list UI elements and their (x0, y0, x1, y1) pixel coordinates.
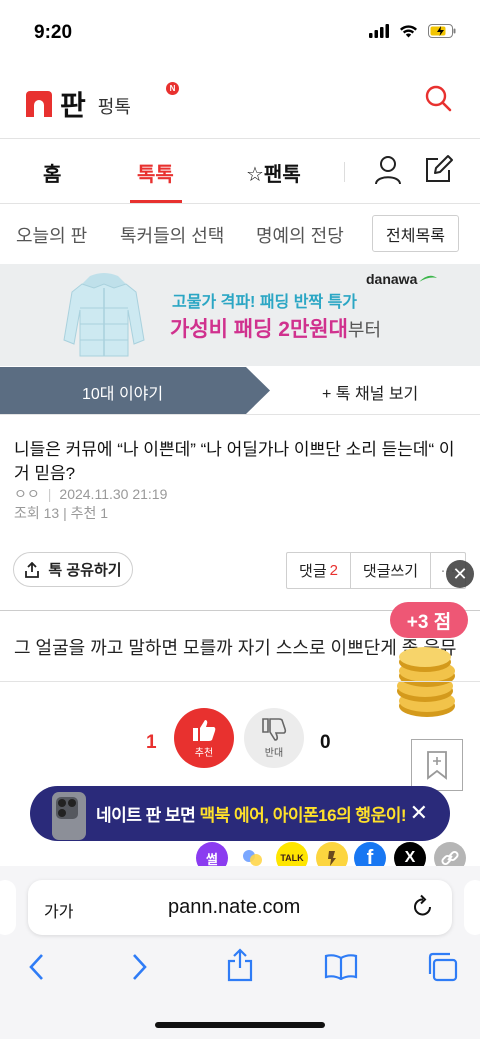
tab-home[interactable]: 홈 (43, 158, 61, 187)
write-comment-button[interactable]: 댓글쓰기 (351, 553, 431, 588)
tabs-icon (428, 952, 458, 982)
search-button[interactable] (424, 84, 452, 112)
upvote-count: 1 (146, 732, 157, 753)
current-channel-label: 10대 이야기 (82, 386, 164, 403)
forward-button[interactable] (128, 952, 150, 987)
thumbs-up-icon (193, 719, 216, 741)
close-reward-button[interactable]: ✕ (446, 560, 474, 588)
url-text[interactable]: pann.nate.com (168, 896, 300, 919)
tab-fantok[interactable]: ☆팬톡 (246, 158, 301, 187)
upvote-button[interactable]: 추천 (174, 708, 234, 768)
share-icon (25, 561, 40, 578)
status-icons (369, 24, 456, 38)
nate-logo-icon (26, 91, 52, 117)
all-list-button[interactable]: 전체목록 (372, 215, 459, 252)
phone-image (52, 792, 86, 840)
band-icon (243, 850, 262, 866)
status-time: 9:20 (34, 22, 73, 43)
text-size-button[interactable]: 가가 (44, 898, 73, 922)
tab-toktok[interactable]: 톡톡 (137, 158, 174, 187)
post-date: 2024.11.30 21:19 (59, 486, 168, 502)
downvote-button[interactable]: 반대 (244, 708, 304, 768)
next-tab-peek[interactable] (464, 880, 480, 935)
promo-banner[interactable]: 네이트 판 보면 맥북 에어, 아이폰16의 행운이! ✕ (30, 786, 450, 841)
search-icon (425, 85, 452, 112)
body-divider-bottom (0, 681, 480, 682)
home-indicator (155, 1022, 325, 1028)
puffer-jacket-image (63, 273, 145, 357)
coin-stack-icon[interactable] (394, 646, 460, 720)
promo-text: 네이트 판 보면 맥북 에어, 아이폰16의 행운이! (96, 806, 407, 825)
tabs-button[interactable] (426, 952, 458, 987)
upvote-label: 추천 (194, 747, 214, 759)
site-logo[interactable]: 판 펑톡 N (26, 82, 179, 124)
new-badge: N (166, 82, 179, 95)
book-icon (324, 954, 358, 981)
ad-headline: 고물가 격파! 패딩 반짝 특가 (172, 294, 358, 311)
back-button[interactable] (26, 952, 48, 987)
downvote-count: 0 (320, 732, 331, 753)
write-button[interactable] (424, 154, 454, 189)
logo-text: 판 (60, 90, 86, 121)
chevron-left-icon (29, 954, 43, 980)
ad-brand: danawa (366, 271, 438, 287)
post-author: ㅇㅇ (14, 486, 40, 502)
post-meta: ㅇㅇ | 2024.11.30 21:19 (14, 486, 168, 502)
comments-button[interactable]: 댓글 2 (287, 553, 351, 588)
signal-icon (369, 24, 389, 38)
view-channels-link[interactable]: + 톡 채널 보기 (322, 380, 418, 404)
danawa-swoosh-icon (419, 275, 438, 282)
subtab-hall-of-fame[interactable]: 명예의 전당 (256, 222, 344, 248)
wifi-icon (400, 25, 417, 38)
chevron-right-icon (133, 954, 147, 980)
header-divider (0, 138, 480, 139)
user-icon (375, 156, 401, 185)
channel-divider (0, 414, 480, 415)
reload-icon (414, 894, 431, 916)
share-button[interactable]: 톡 공유하기 (13, 552, 133, 587)
bookmarks-button[interactable] (324, 954, 358, 985)
profile-button[interactable] (374, 155, 402, 190)
comment-actions: 댓글2 댓글쓰기 ··· (286, 552, 466, 589)
link-icon (441, 850, 459, 866)
share-sheet-button[interactable] (226, 948, 254, 987)
downvote-label: 반대 (264, 747, 284, 759)
subtab-today[interactable]: 오늘의 판 (16, 222, 87, 248)
kakao-story-icon (328, 851, 336, 866)
share-box-icon (227, 948, 253, 982)
promo-close-icon[interactable]: ✕ (410, 800, 428, 826)
comment-count: 2 (329, 562, 338, 579)
bookmark-button[interactable] (411, 739, 463, 791)
edit-icon (426, 155, 453, 182)
post-body: 그 얼굴을 까고 말하면 모를까 자기 스스로 이쁘단게 좀 웃뮤 (14, 638, 457, 658)
subtab-choice[interactable]: 톡커들의 선택 (120, 222, 224, 248)
battery-icon (428, 24, 456, 38)
logo-subtitle: 펑톡 (97, 97, 131, 117)
reload-button[interactable] (412, 894, 434, 923)
points-popup: +3 점 (390, 602, 468, 638)
tab-separator (344, 162, 345, 182)
prev-tab-peek[interactable] (0, 880, 16, 935)
bookmark-add-icon (427, 751, 447, 780)
post-title: 니들은 커뮤에 “나 이쁜데” “나 어딜가나 이쁘단 소리 듣는데“ 이거 믿… (14, 440, 455, 483)
thumbs-down-icon (262, 717, 287, 741)
share-label: 톡 공유하기 (48, 562, 122, 579)
post-stats: 조회 13 | 추천 1 (14, 505, 109, 521)
tabs-divider (0, 203, 480, 204)
ad-subheadline: 가성비 패딩 2만원대부터 (170, 318, 382, 341)
